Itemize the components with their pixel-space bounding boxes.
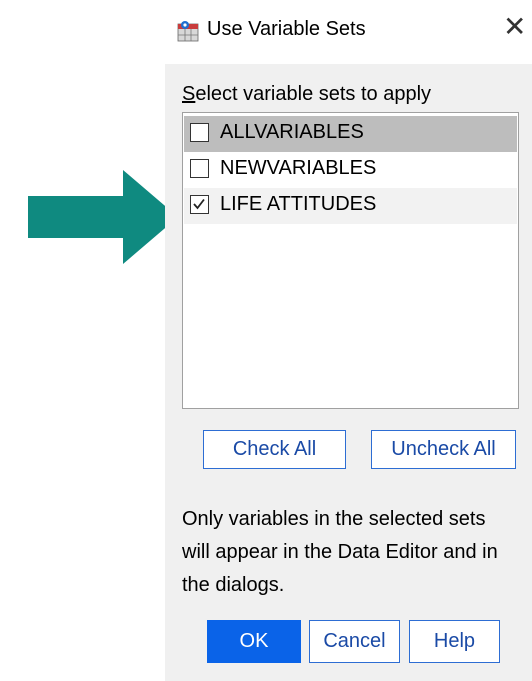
info-note: Only variables in the selected sets will… [182, 508, 498, 596]
checkbox-allvariables[interactable] [190, 123, 209, 142]
uncheck-all-button[interactable]: Uncheck All [371, 430, 516, 469]
annotation-arrow [28, 170, 178, 264]
list-item[interactable]: ALLVARIABLES [184, 116, 517, 152]
list-item-label: LIFE ATTITUDES [220, 193, 377, 215]
prompt-mnemonic: S [182, 83, 196, 105]
use-variable-sets-dialog: Use Variable Sets ✕ Select variable sets… [165, 0, 532, 681]
checkmark-icon [193, 198, 205, 210]
check-all-button[interactable]: Check All [203, 430, 346, 469]
help-button[interactable]: Help [409, 620, 500, 663]
app-icon [177, 21, 199, 42]
ok-button[interactable]: OK [207, 620, 301, 663]
variable-sets-list[interactable]: ALLVARIABLES NEWVARIABLES LIFE ATTITUDES [182, 112, 519, 409]
title-bar: Use Variable Sets ✕ [165, 0, 532, 64]
list-item[interactable]: LIFE ATTITUDES [184, 188, 517, 224]
select-prompt: Select variable sets to apply [182, 83, 431, 106]
dialog-title: Use Variable Sets [207, 18, 366, 40]
checkbox-newvariables[interactable] [190, 159, 209, 178]
close-icon[interactable]: ✕ [503, 12, 526, 42]
prompt-rest: elect variable sets to apply [195, 83, 432, 105]
cancel-button[interactable]: Cancel [309, 620, 400, 663]
list-item-label: NEWVARIABLES [220, 157, 377, 179]
checkbox-life-attitudes[interactable] [190, 195, 209, 214]
list-item[interactable]: NEWVARIABLES [184, 152, 517, 188]
list-item-label: ALLVARIABLES [220, 121, 364, 143]
